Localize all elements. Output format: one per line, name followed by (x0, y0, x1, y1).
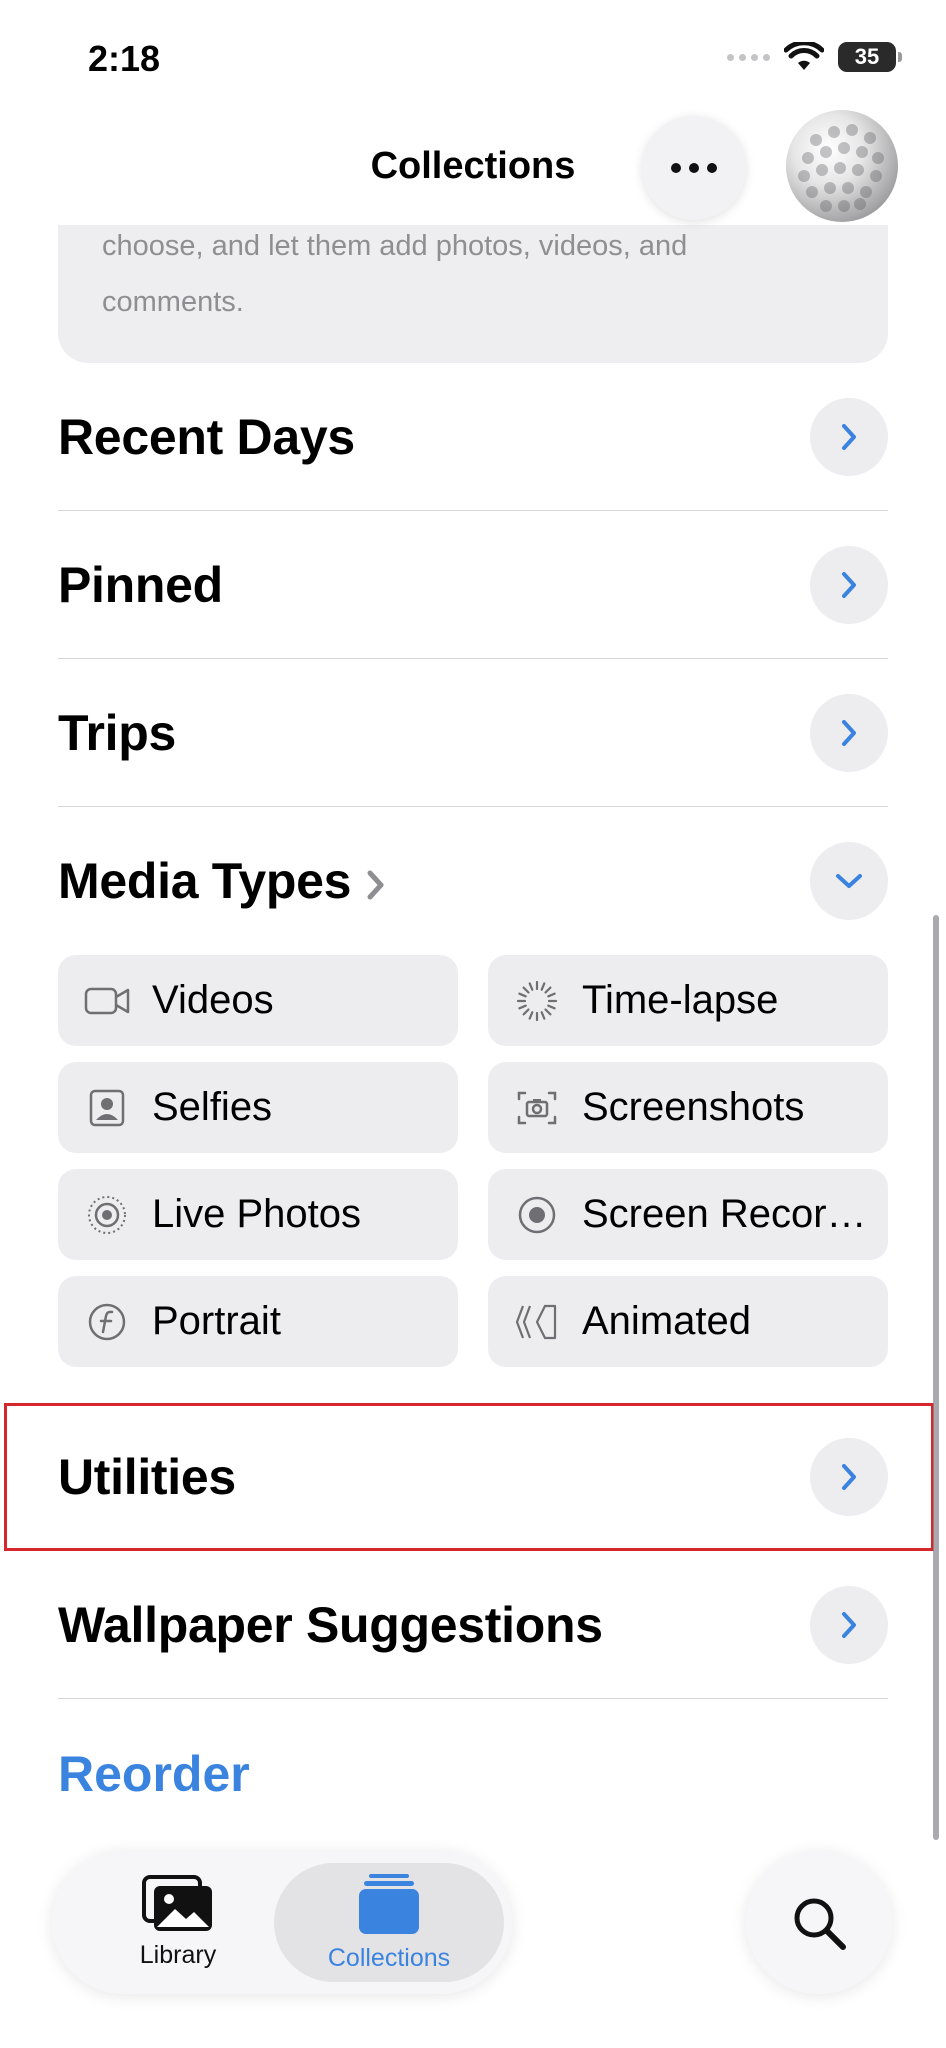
battery-icon: 35 (838, 42, 902, 72)
cellular-signal-icon (727, 53, 770, 61)
section-title: Pinned (58, 557, 223, 613)
chevron-right-icon (367, 870, 384, 900)
reorder-button[interactable]: Reorder (58, 1745, 250, 1803)
section-wallpaper-suggestions[interactable]: Wallpaper Suggestions (58, 1551, 888, 1699)
tile-label: Time-lapse (582, 978, 779, 1022)
wallpaper-chevron-button[interactable] (810, 1586, 888, 1664)
tab-label: Library (139, 1941, 217, 1969)
trips-chevron-button[interactable] (810, 694, 888, 772)
media-type-portrait[interactable]: Portrait (58, 1276, 458, 1367)
media-types-grid: Videos Time-lapse Selfies Screenshots Li… (58, 955, 888, 1367)
chevron-down-icon (836, 874, 862, 888)
media-type-live-photos[interactable]: Live Photos (58, 1169, 458, 1260)
chevron-right-icon (842, 1612, 856, 1638)
recent-days-chevron-button[interactable] (810, 398, 888, 476)
selfie-portrait-icon (84, 1085, 130, 1131)
section-trips[interactable]: Trips (58, 659, 888, 807)
tile-label: Videos (152, 978, 274, 1022)
section-media-types[interactable]: Media Types (58, 807, 888, 955)
chevron-right-icon (842, 720, 856, 746)
tile-label: Animated (582, 1299, 751, 1343)
photo-library-icon (142, 1875, 212, 1931)
ellipsis-icon (671, 163, 681, 173)
shared-album-description: choose, and let them add photos, videos,… (102, 230, 688, 318)
tile-label: Screen Recor… (582, 1192, 867, 1236)
tab-library[interactable]: Library (98, 1863, 258, 1982)
tab-bar: Library Collections (52, 1851, 512, 1994)
media-type-selfies[interactable]: Selfies (58, 1062, 458, 1153)
screenshot-camera-icon (514, 1085, 560, 1131)
media-type-time-lapse[interactable]: Time-lapse (488, 955, 888, 1046)
chevron-right-icon (842, 424, 856, 450)
media-type-screenshots[interactable]: Screenshots (488, 1062, 888, 1153)
scrollbar[interactable] (933, 915, 939, 1840)
media-type-animated[interactable]: Animated (488, 1276, 888, 1367)
profile-avatar[interactable] (786, 110, 898, 222)
collections-stack-icon (359, 1874, 419, 1934)
section-title: Trips (58, 705, 176, 761)
tile-label: Screenshots (582, 1085, 805, 1129)
video-camera-icon (84, 978, 130, 1024)
section-title: Media Types (58, 853, 352, 909)
media-type-videos[interactable]: Videos (58, 955, 458, 1046)
navigation-header: 2:18 35 Collections (0, 0, 946, 225)
divider (58, 1698, 888, 1699)
animated-layers-icon (514, 1299, 560, 1345)
tile-label: Selfies (152, 1085, 273, 1129)
screen-record-icon (514, 1192, 560, 1238)
battery-level: 35 (854, 44, 880, 69)
photos-collections-screen: choose, and let them add photos, videos,… (0, 0, 946, 2048)
tab-label: Collections (327, 1944, 451, 1972)
media-type-screen-recordings[interactable]: Screen Recor… (488, 1169, 888, 1260)
tab-collections[interactable]: Collections (274, 1863, 504, 1982)
search-button[interactable] (746, 1851, 892, 1994)
section-title-media-types[interactable]: Media Types (58, 852, 387, 910)
tile-label: Portrait (152, 1299, 281, 1343)
golf-ball-avatar-icon (798, 124, 884, 212)
live-photo-icon (84, 1192, 130, 1238)
utilities-highlight-box (4, 1403, 934, 1551)
more-options-button[interactable] (642, 116, 746, 220)
section-recent-days[interactable]: Recent Days (58, 363, 888, 511)
media-types-collapse-button[interactable] (810, 842, 888, 920)
time-lapse-icon (514, 978, 560, 1024)
status-time: 2:18 (88, 38, 161, 79)
tile-label: Live Photos (152, 1192, 362, 1236)
section-title: Wallpaper Suggestions (58, 1597, 603, 1653)
search-icon (794, 1898, 846, 1950)
pinned-chevron-button[interactable] (810, 546, 888, 624)
section-pinned[interactable]: Pinned (58, 511, 888, 659)
status-indicators: 35 (727, 42, 902, 72)
section-title: Recent Days (58, 409, 355, 465)
wifi-icon (784, 42, 824, 70)
portrait-f-icon (84, 1299, 130, 1345)
chevron-right-icon (842, 572, 856, 598)
